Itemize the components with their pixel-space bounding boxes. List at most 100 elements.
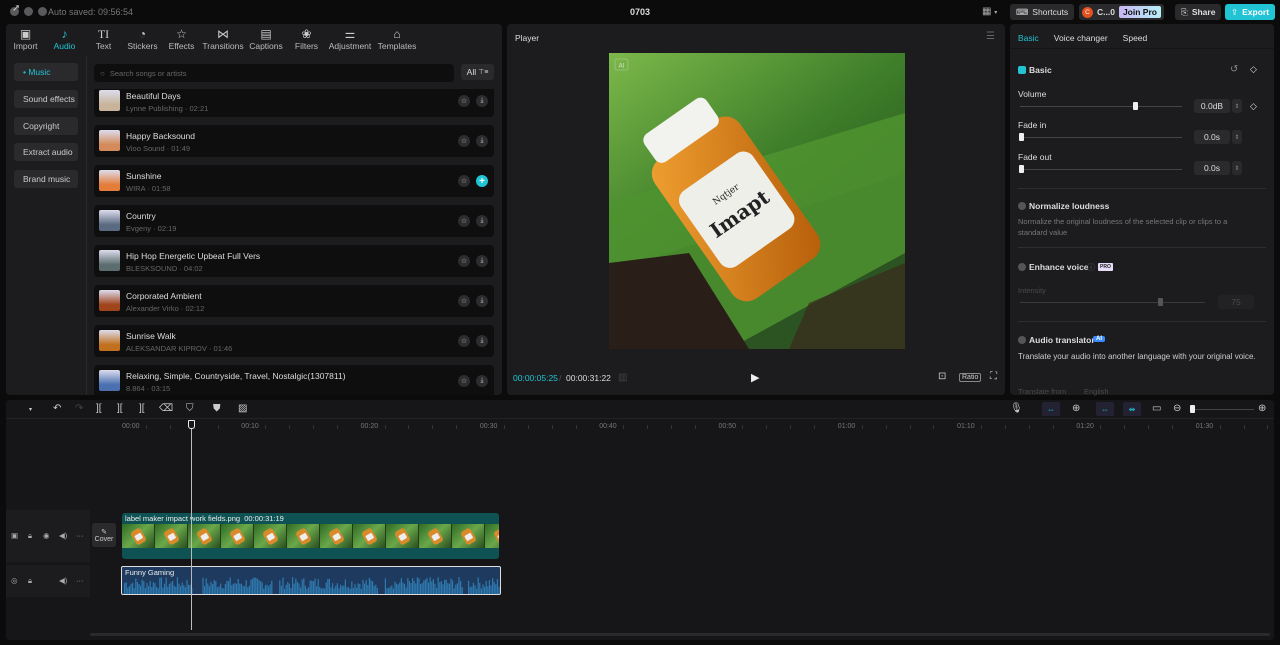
- sidebar-item-music[interactable]: • Music: [14, 63, 78, 81]
- favorite-icon[interactable]: ☆: [458, 215, 470, 227]
- fade-out-handle[interactable]: [1019, 165, 1024, 173]
- download-icon[interactable]: ⤓: [476, 335, 488, 347]
- ratio-button[interactable]: Ratio: [959, 373, 982, 382]
- volume-slider-handle[interactable]: [1133, 102, 1139, 110]
- download-icon[interactable]: ⤓: [476, 215, 488, 227]
- playhead[interactable]: [191, 420, 192, 630]
- player-menu-icon[interactable]: ☰: [986, 31, 995, 42]
- split-left-icon[interactable]: ][: [117, 403, 123, 414]
- volume-stepper[interactable]: ⇕: [1232, 99, 1242, 113]
- mark-icon[interactable]: ⛉: [186, 403, 194, 414]
- split-icon[interactable]: ][: [96, 403, 102, 414]
- microphone-icon[interactable]: 🎙: [1010, 403, 1023, 414]
- volume-slider[interactable]: [1020, 106, 1182, 107]
- mute-icon[interactable]: ◀): [59, 576, 67, 585]
- song-item[interactable]: Happy Backsound Vioo Sound · 01:49 ☆ ⤓: [94, 125, 494, 157]
- song-item[interactable]: Sunrise Walk ALEKSANDAR KIPROV · 01:46 ☆…: [94, 325, 494, 357]
- normalize-toggle[interactable]: [1018, 202, 1026, 210]
- favorite-icon[interactable]: ☆: [458, 255, 470, 267]
- redo-icon[interactable]: ↷: [75, 403, 83, 414]
- playhead-handle[interactable]: [188, 420, 195, 429]
- download-icon[interactable]: ⤓: [476, 375, 488, 387]
- basic-checkbox[interactable]: [1018, 66, 1026, 74]
- tab-text[interactable]: TI Text: [84, 24, 123, 56]
- join-pro-button[interactable]: Join Pro: [1118, 6, 1161, 18]
- more-icon[interactable]: ···: [76, 531, 84, 540]
- intensity-slider[interactable]: [1020, 302, 1205, 303]
- fade-in-slider[interactable]: [1020, 137, 1182, 138]
- preview-axis-icon[interactable]: ⇹: [1123, 402, 1141, 416]
- lock-icon[interactable]: 🔒︎: [28, 576, 32, 586]
- favorite-icon[interactable]: ☆: [458, 295, 470, 307]
- mute-icon[interactable]: ◀): [59, 531, 67, 540]
- crop-image-icon[interactable]: ▨: [238, 403, 247, 414]
- split-right-icon[interactable]: ][: [139, 403, 145, 414]
- fade-out-slider[interactable]: [1020, 169, 1182, 170]
- favorite-icon[interactable]: ☆: [458, 175, 470, 187]
- lock-icon[interactable]: 🔒︎: [28, 531, 32, 541]
- download-icon[interactable]: ⤓: [476, 295, 488, 307]
- select-tool-icon[interactable]: ➚: [12, 3, 20, 14]
- tab-effects[interactable]: ☆ Effects: [162, 24, 201, 56]
- add-to-timeline-icon[interactable]: +: [476, 175, 488, 187]
- zoom-fit-icon[interactable]: ⊡: [938, 371, 946, 382]
- tab-stickers[interactable]: ◔ Stickers: [123, 24, 162, 56]
- more-icon[interactable]: ···: [76, 576, 84, 585]
- tab-voice-changer[interactable]: Voice changer: [1054, 33, 1108, 43]
- reset-icon[interactable]: ↺: [1230, 64, 1238, 75]
- main-track-magnet-icon[interactable]: ⇔: [1042, 402, 1060, 416]
- favorite-icon[interactable]: ☆: [458, 95, 470, 107]
- song-item[interactable]: Country Evgeny · 02:19 ☆ ⤓: [94, 205, 494, 237]
- timeline-scrollbar[interactable]: [90, 633, 1270, 636]
- delete-icon[interactable]: ⌫: [159, 403, 173, 414]
- search-input[interactable]: ○ Search songs or artists: [94, 64, 454, 82]
- help-icon[interactable]: ⓘ: [1087, 262, 1095, 273]
- song-item[interactable]: Relaxing, Simple, Countryside, Travel, N…: [94, 365, 494, 395]
- grid-view-icon[interactable]: ▥: [618, 372, 627, 383]
- timeline-zoom-slider[interactable]: [1192, 409, 1254, 410]
- tab-transitions[interactable]: ⋈ Transitions: [201, 24, 245, 56]
- filter-button[interactable]: All ⊤≡: [461, 64, 494, 80]
- tab-templates[interactable]: ⌂ Templates: [374, 24, 420, 56]
- zoom-in-icon[interactable]: ⊕: [1258, 403, 1266, 414]
- volume-keyframe-icon[interactable]: ◇: [1250, 101, 1257, 112]
- audio-translator-toggle[interactable]: [1018, 336, 1026, 344]
- favorite-icon[interactable]: ☆: [458, 135, 470, 147]
- enhance-voice-toggle[interactable]: [1018, 263, 1026, 271]
- fit-timeline-icon[interactable]: ▭: [1152, 403, 1161, 414]
- fade-in-stepper[interactable]: ⇕: [1232, 130, 1242, 144]
- volume-input[interactable]: 0.0dB: [1194, 99, 1230, 113]
- shortcuts-button[interactable]: ⌨ Shortcuts: [1010, 4, 1075, 20]
- song-item[interactable]: Sunshine WIRA · 01:58 ☆ +: [94, 165, 494, 197]
- undo-icon[interactable]: ↶: [53, 403, 61, 414]
- tab-import[interactable]: ▣ Import: [6, 24, 45, 56]
- download-icon[interactable]: ⤓: [476, 255, 488, 267]
- zoom-out-icon[interactable]: ⊖: [1173, 403, 1181, 414]
- tab-captions[interactable]: ▤ Captions: [245, 24, 287, 56]
- translate-from-select[interactable]: English: [1084, 386, 1109, 397]
- layout-menu-button[interactable]: ▦ ▾: [982, 6, 997, 17]
- auto-snap-icon[interactable]: ⊕: [1072, 403, 1080, 414]
- intensity-input[interactable]: 75: [1218, 295, 1254, 309]
- fade-out-input[interactable]: 0.0s: [1194, 161, 1230, 175]
- fade-in-input[interactable]: 0.0s: [1194, 130, 1230, 144]
- favorite-icon[interactable]: ☆: [458, 335, 470, 347]
- video-clip[interactable]: label maker impact work fields.png 00:00…: [122, 513, 499, 559]
- keyframe-icon[interactable]: ◇: [1250, 64, 1257, 75]
- eye-icon[interactable]: ◉: [43, 531, 50, 540]
- download-icon[interactable]: ⤓: [476, 135, 488, 147]
- audio-clip[interactable]: Funny Gaming: [121, 566, 501, 595]
- tab-audio[interactable]: ♪ Audio: [45, 24, 84, 56]
- tab-speed[interactable]: Speed: [1123, 33, 1148, 43]
- select-tool-dropdown[interactable]: ▾: [29, 406, 32, 413]
- tab-basic[interactable]: Basic: [1018, 33, 1039, 43]
- song-item[interactable]: Beautiful Days Lynne Publishing · 02:21 …: [94, 89, 494, 117]
- linkage-icon[interactable]: ⇔: [1096, 402, 1114, 416]
- account-button[interactable]: C C...0 Join Pro: [1079, 4, 1164, 20]
- share-button[interactable]: ⎘ Share: [1175, 4, 1222, 20]
- shield-icon[interactable]: ⛊: [213, 403, 221, 414]
- fullscreen-icon[interactable]: ⛶: [990, 371, 997, 382]
- tab-adjustment[interactable]: ⚌ Adjustment: [326, 24, 374, 56]
- cover-button[interactable]: ✎ Cover: [92, 523, 116, 547]
- fade-in-handle[interactable]: [1019, 133, 1024, 141]
